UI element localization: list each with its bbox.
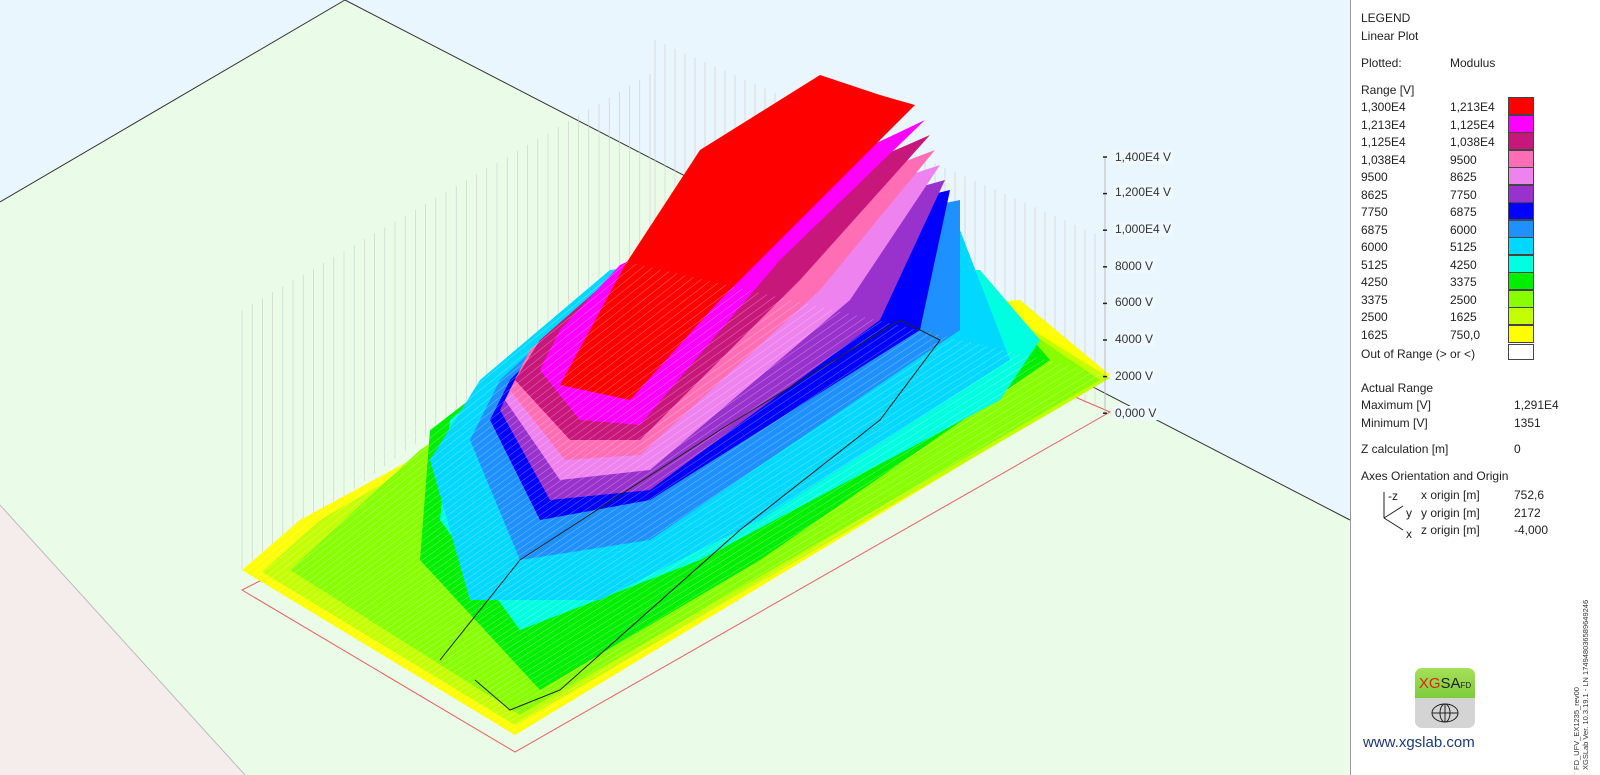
- z-tick-label: 0,000 V: [1113, 406, 1159, 420]
- z-tick-label: 8000 V: [1113, 259, 1156, 273]
- z-calc-value: 0: [1514, 442, 1521, 456]
- bin-to: 3375: [1450, 275, 1477, 289]
- axis-y-glyph: y: [1406, 506, 1412, 520]
- bin-from: 6875: [1361, 222, 1388, 237]
- out-of-range-swatch: [1508, 344, 1534, 360]
- bin-to: 9500: [1450, 152, 1477, 167]
- axis-z-glyph: -z: [1388, 489, 1398, 503]
- range-label: Range [V]: [1361, 83, 1415, 97]
- actual-range-label: Actual Range: [1361, 381, 1434, 395]
- bin-to: 8625: [1450, 170, 1477, 184]
- axis-x-glyph: x: [1406, 527, 1412, 541]
- z-tick-label: 2000 V: [1113, 369, 1156, 383]
- license-info: XGSLab Ver. 10.3.19.1 - LN 1749480365896…: [1581, 599, 1590, 770]
- minimum-label: Minimum [V]: [1361, 416, 1428, 430]
- plotted-label: Plotted:: [1361, 56, 1402, 70]
- bin-from: 2500: [1361, 310, 1388, 324]
- website-link[interactable]: www.xgslab.com: [1363, 734, 1475, 751]
- x-origin-value: 752,6: [1514, 488, 1545, 502]
- bin-to: 5125: [1450, 240, 1477, 254]
- project-name: FD_UFV_EX1235_rev00: [1572, 687, 1581, 770]
- bin-swatch: [1508, 219, 1534, 238]
- bin-swatch: [1508, 97, 1534, 115]
- plotted-value: Modulus: [1450, 56, 1496, 70]
- bin-swatch: [1508, 132, 1534, 150]
- bin-swatch: [1508, 272, 1534, 290]
- bin-from: 4250: [1361, 275, 1388, 289]
- bin-from: 1,300E4: [1361, 100, 1406, 114]
- version-info: FD_UFV_EX1235_rev00 XGSLab Ver. 10.3.19.…: [1572, 600, 1590, 770]
- z-origin-label: z origin [m]: [1421, 523, 1480, 537]
- bin-swatch: [1508, 184, 1534, 203]
- bin-from: 7750: [1361, 205, 1388, 219]
- bin-to: 6875: [1450, 205, 1477, 219]
- plot-type: Linear Plot: [1361, 29, 1419, 43]
- bin-swatch: [1508, 167, 1534, 185]
- axes-label: Axes Orientation and Origin: [1361, 469, 1509, 483]
- bin-swatch: [1508, 237, 1534, 255]
- bin-to: 1,038E4: [1450, 135, 1495, 149]
- maximum-value: 1,291E4: [1514, 398, 1559, 412]
- z-tick-label: 6000 V: [1113, 295, 1156, 309]
- bin-to: 1,213E4: [1450, 100, 1495, 114]
- bin-from: 1,125E4: [1361, 135, 1406, 149]
- z-tick-label: 1,200E4 V: [1113, 185, 1174, 199]
- x-origin-label: x origin [m]: [1421, 488, 1480, 502]
- out-of-range-label: Out of Range (> or <): [1361, 347, 1476, 361]
- bin-swatch: [1508, 202, 1534, 220]
- bin-from: 3375: [1361, 292, 1388, 307]
- logo-fd: FD: [1460, 681, 1472, 690]
- bin-from: 5125: [1361, 257, 1388, 272]
- z-tick-label: 1,400E4 V: [1113, 150, 1174, 164]
- y-origin-label: y origin [m]: [1421, 506, 1480, 520]
- bin-swatch: [1508, 289, 1534, 308]
- bin-to: 2500: [1450, 292, 1477, 307]
- xgsa-logo: XGSAFD: [1415, 668, 1475, 728]
- z-origin-value: -4,000: [1514, 523, 1549, 537]
- maximum-label: Maximum [V]: [1361, 398, 1432, 412]
- z-calc-label: Z calculation [m]: [1361, 442, 1449, 456]
- surface-plot: [0, 0, 1350, 775]
- bin-swatch: [1508, 307, 1534, 325]
- bin-from: 1625: [1361, 327, 1388, 342]
- bin-to: 4250: [1450, 257, 1477, 272]
- bin-swatch: [1508, 324, 1534, 343]
- logo-sa: SA: [1440, 675, 1461, 692]
- bin-from: 8625: [1361, 187, 1388, 202]
- bin-from: 1,038E4: [1361, 152, 1406, 167]
- z-tick-label: 1,000E4 V: [1113, 222, 1174, 236]
- globe-icon: [1431, 703, 1459, 723]
- bin-swatch: [1508, 254, 1534, 273]
- legend-title: LEGEND: [1361, 11, 1411, 25]
- bin-to: 1,125E4: [1450, 117, 1495, 132]
- z-tick-label: 4000 V: [1113, 332, 1156, 346]
- bin-from: 1,213E4: [1361, 117, 1406, 132]
- minimum-value: 1351: [1514, 416, 1541, 430]
- bin-swatch: [1508, 149, 1534, 168]
- bin-from: 9500: [1361, 170, 1388, 184]
- bin-to: 6000: [1450, 222, 1477, 237]
- bin-to: 1625: [1450, 310, 1477, 324]
- bin-to: 750,0: [1450, 327, 1481, 342]
- logo-xg: XG: [1418, 675, 1441, 692]
- y-origin-value: 2172: [1514, 506, 1541, 520]
- legend-panel: LEGEND Linear Plot Plotted: Modulus Rang…: [1350, 0, 1600, 775]
- bin-swatch: [1508, 114, 1534, 133]
- bin-from: 6000: [1361, 240, 1388, 254]
- bin-to: 7750: [1450, 187, 1477, 202]
